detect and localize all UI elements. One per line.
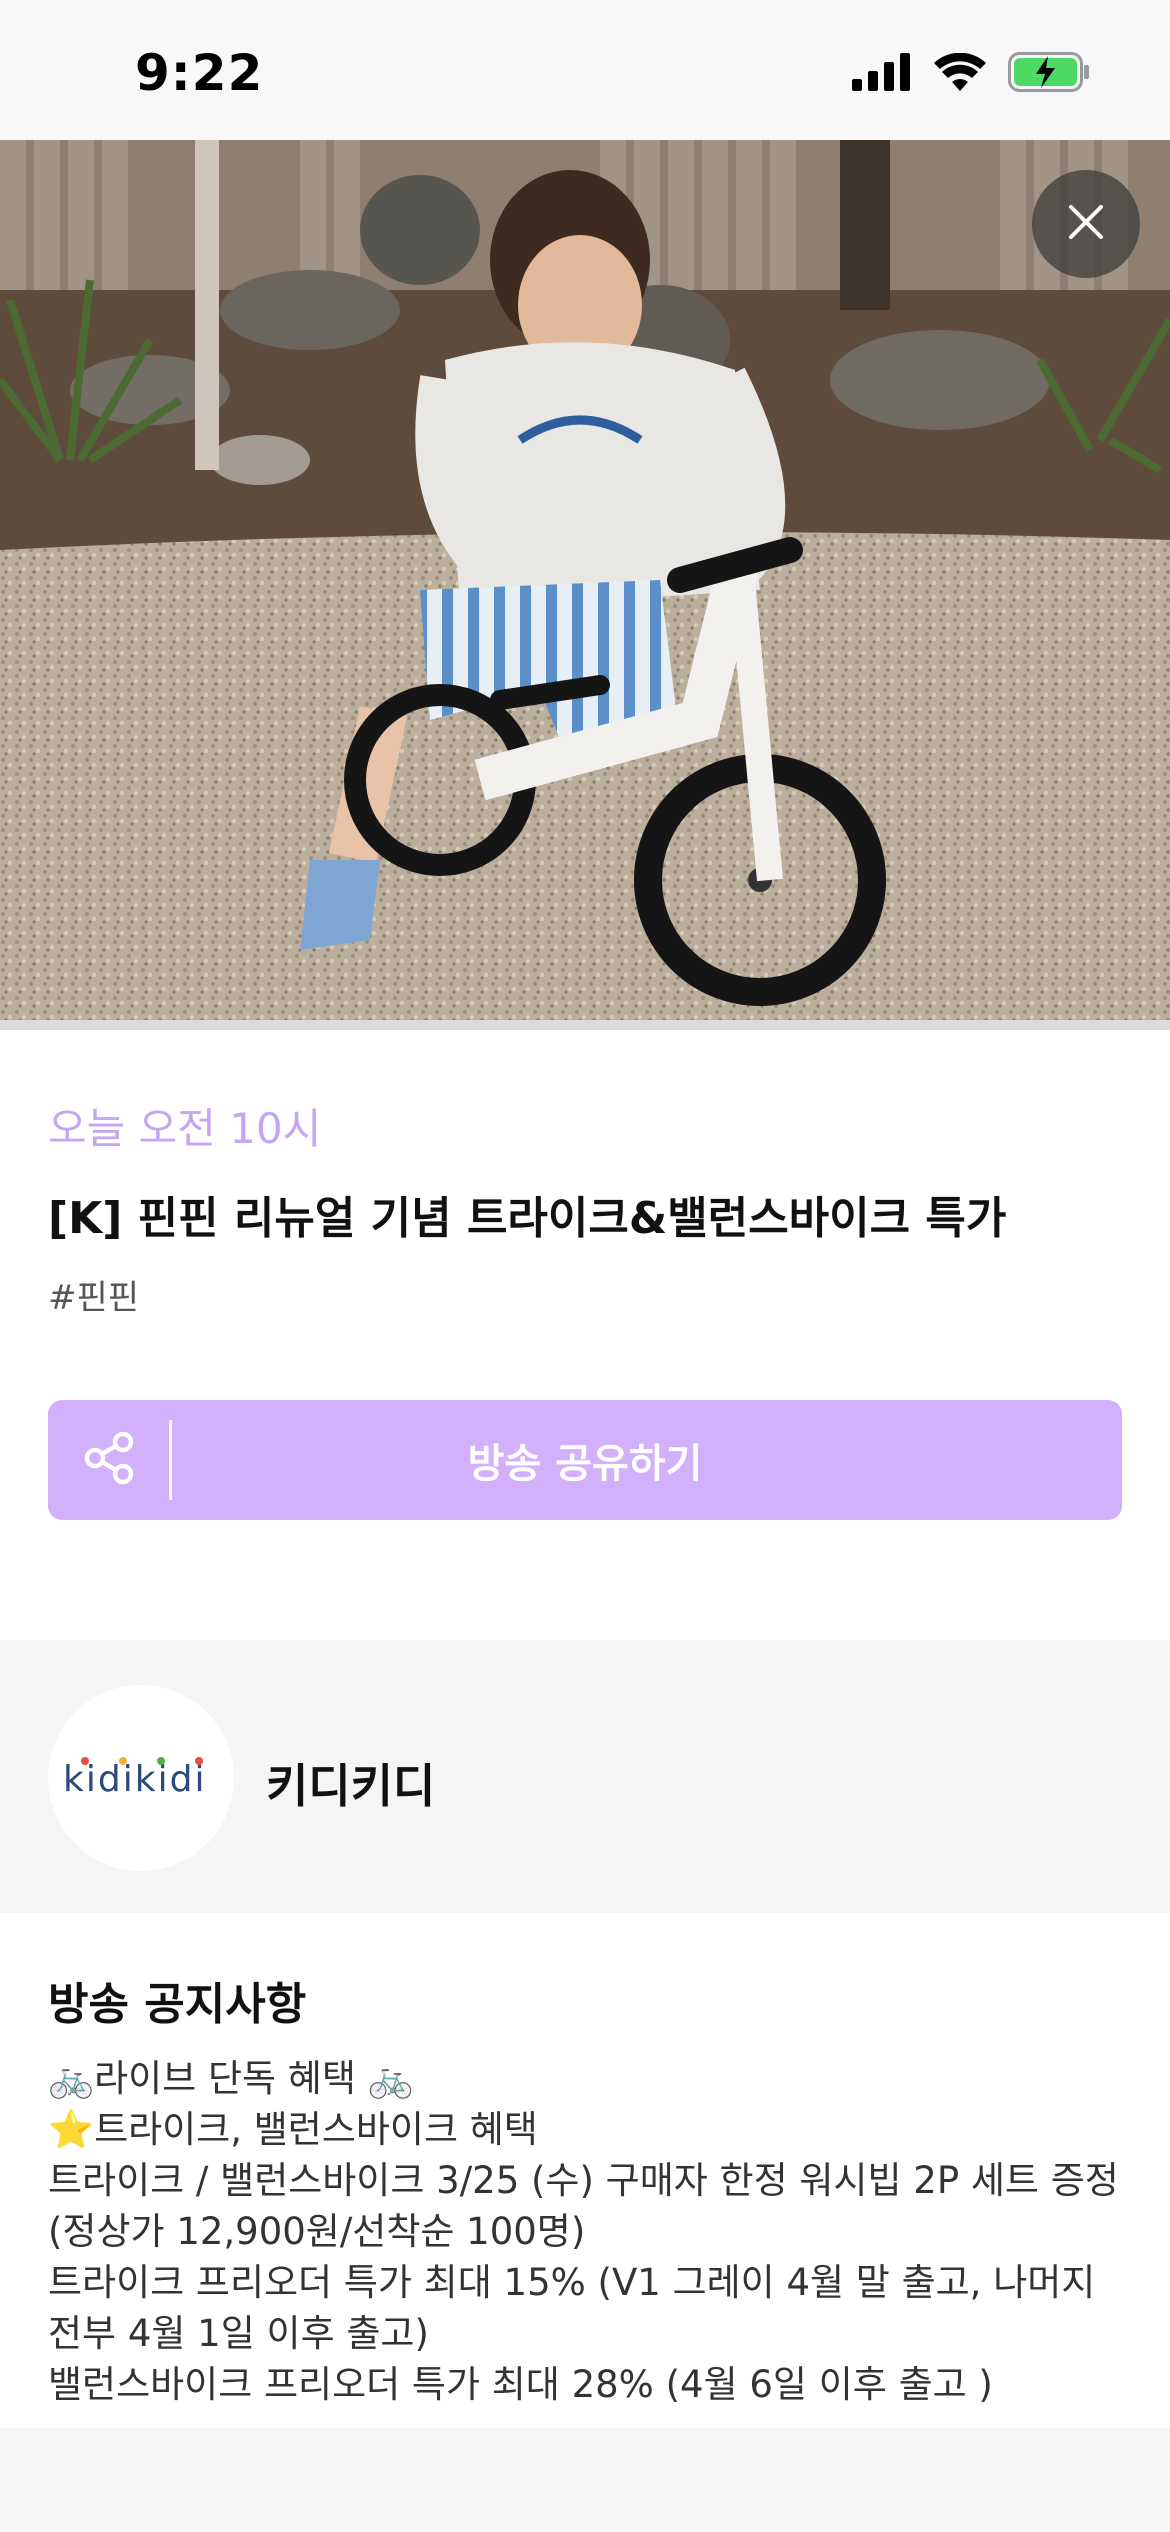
seller-logo[interactable]: kidikidi xyxy=(48,1685,234,1871)
share-icon-container xyxy=(48,1420,172,1500)
kidikidi-logo: kidikidi xyxy=(63,1757,207,1800)
broadcast-title: [K] 핀핀 리뉴얼 기념 트라이크&밸런스바이크 특가 xyxy=(48,1193,1007,1244)
broadcast-info-card: 오늘 오전 10시 [K] 핀핀 리뉴얼 기념 트라이크&밸런스바이크 특가 #… xyxy=(0,1030,1170,1640)
hero-photo-illustration xyxy=(0,140,1170,1020)
hero-divider xyxy=(0,1020,1170,1030)
status-icons xyxy=(852,52,1090,96)
notice-line: 트라이크 / 밸런스바이크 3/25 (수) 구매자 한정 워시빕 2P 세트 … xyxy=(48,2159,1119,2253)
seller-profile[interactable]: kidikidi 키디키디 xyxy=(0,1640,1170,1913)
broadcast-tag[interactable]: #핀핀 xyxy=(48,1270,139,1319)
notice-line: 🚲라이브 단독 혜택 🚲 xyxy=(48,2057,414,2100)
battery-charging-icon xyxy=(1008,52,1090,96)
wifi-icon xyxy=(934,52,986,95)
notice-line: 트라이크 프리오더 특가 최대 15% (V1 그레이 4월 말 출고, 나머지… xyxy=(48,2261,1096,2355)
share-button-label: 방송 공유하기 xyxy=(467,1441,703,1487)
bottom-spacer xyxy=(0,2428,1170,2532)
status-bar: 9:22 xyxy=(0,0,1170,140)
share-icon xyxy=(81,1430,137,1490)
broadcast-notice: 방송 공지사항 🚲라이브 단독 혜택 🚲 ⭐트라이크, 밸런스바이크 혜택 트라… xyxy=(0,1913,1170,2428)
hero-image xyxy=(0,140,1170,1020)
close-button[interactable] xyxy=(1032,170,1140,278)
svg-text:kidikidi: kidikidi xyxy=(63,1759,207,1800)
share-broadcast-button[interactable]: 방송 공유하기 xyxy=(48,1400,1122,1520)
broadcast-time: 오늘 오전 10시 xyxy=(48,1104,322,1153)
notice-title: 방송 공지사항 xyxy=(48,1979,307,2030)
notice-body: 🚲라이브 단독 혜택 🚲 ⭐트라이크, 밸런스바이크 혜택 트라이크 / 밸런스… xyxy=(48,2053,1128,2410)
close-icon xyxy=(1066,202,1106,246)
notice-line: 밸런스바이크 프리오더 특가 최대 28% (4월 6일 이후 출고 ) xyxy=(48,2363,993,2406)
signal-icon xyxy=(852,53,912,95)
seller-name: 키디키디 xyxy=(266,1759,436,1813)
status-time: 9:22 xyxy=(135,44,264,102)
notice-line: ⭐트라이크, 밸런스바이크 혜택 xyxy=(48,2108,538,2151)
